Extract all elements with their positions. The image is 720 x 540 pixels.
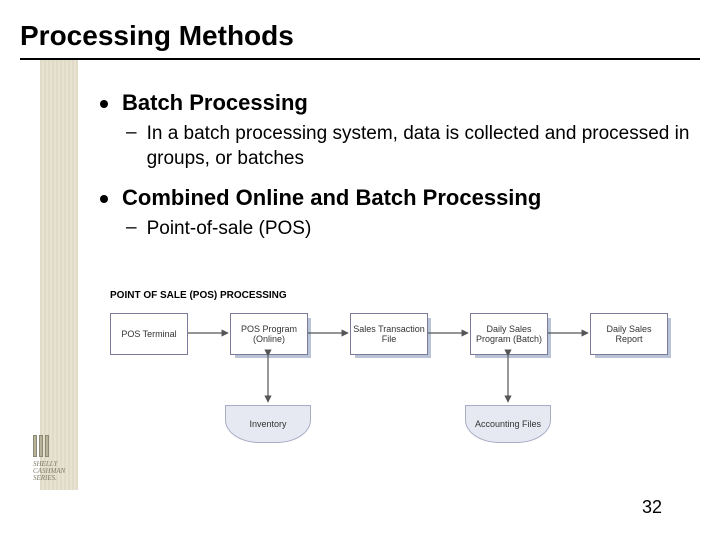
diagram-title: POINT OF SALE (POS) PROCESSING <box>110 290 680 301</box>
title-underline <box>20 58 700 60</box>
bullet-1-sub: – In a batch processing system, data is … <box>126 122 690 171</box>
bullet-1-heading: Batch Processing <box>122 90 308 116</box>
logo-bars-icon <box>33 435 88 457</box>
bullet-dot-icon <box>100 100 108 108</box>
page-number: 32 <box>642 497 662 518</box>
pos-diagram: POINT OF SALE (POS) PROCESSING POS Termi… <box>110 290 680 470</box>
diagram-row-top: POS Terminal POS Program (Online) Sales … <box>110 313 680 365</box>
bullet-2-sub: – Point-of-sale (POS) <box>126 217 690 242</box>
bullet-dot-icon <box>100 195 108 203</box>
box-accounting: Accounting Files <box>465 405 551 443</box>
box-pos-terminal: POS Terminal <box>110 313 188 355</box>
box-daily-program: Daily Sales Program (Batch) <box>470 313 548 355</box>
box-inventory: Inventory <box>225 405 311 443</box>
bullet-2: Combined Online and Batch Processing <box>100 185 690 211</box>
box-sales-file: Sales Transaction File <box>350 313 428 355</box>
dash-icon: – <box>126 122 137 144</box>
box-pos-program: POS Program (Online) <box>230 313 308 355</box>
series-logo: SHELLY CASHMAN SERIES. <box>33 435 88 495</box>
sidebar-texture <box>40 60 78 490</box>
bullet-1: Batch Processing <box>100 90 690 116</box>
box-daily-report: Daily Sales Report <box>590 313 668 355</box>
slide-title: Processing Methods <box>20 20 294 52</box>
logo-text-3: SERIES. <box>33 475 88 482</box>
content-area: Batch Processing – In a batch processing… <box>100 90 690 256</box>
dash-icon: – <box>126 217 137 239</box>
bullet-2-sub-text: Point-of-sale (POS) <box>147 217 312 242</box>
bullet-1-sub-text: In a batch processing system, data is co… <box>147 122 690 171</box>
bullet-2-heading: Combined Online and Batch Processing <box>122 185 541 211</box>
